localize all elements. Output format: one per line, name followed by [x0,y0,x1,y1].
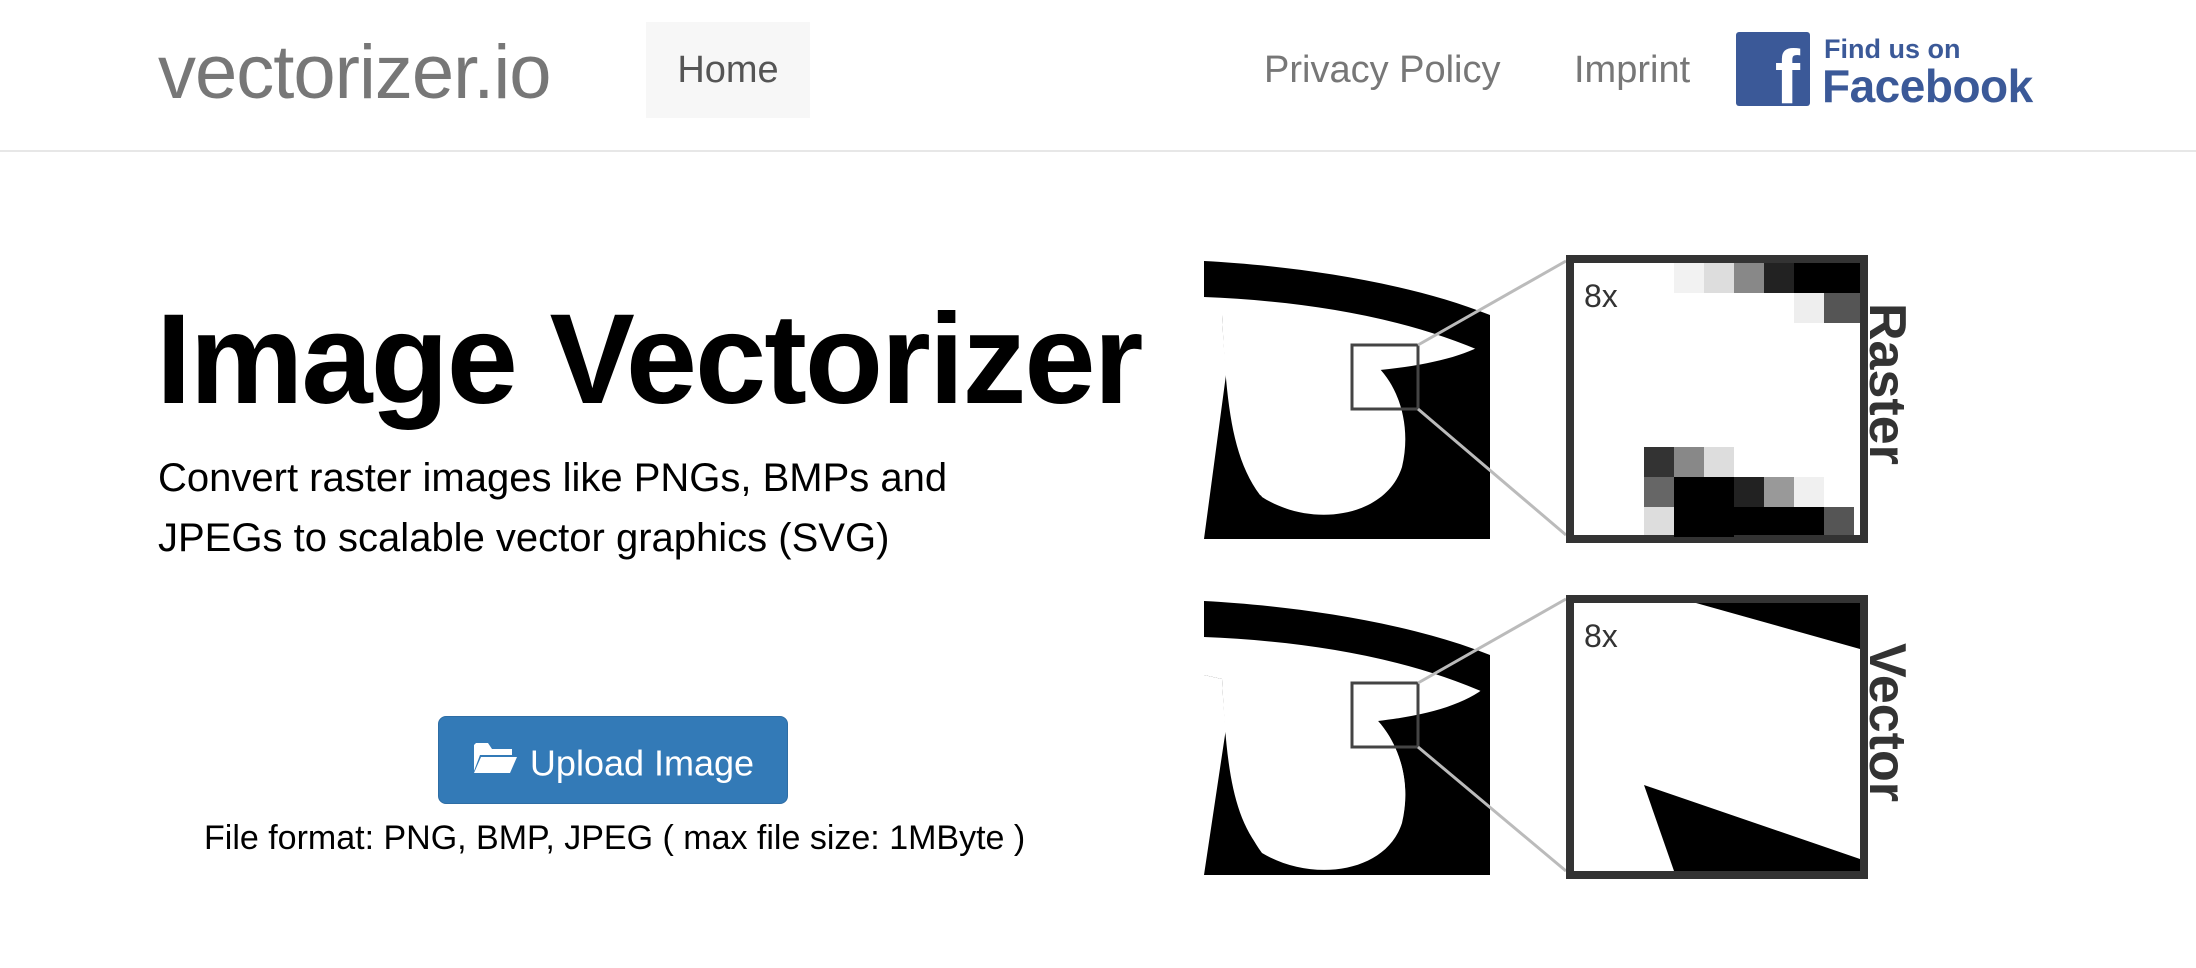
raster-vector-comparison: 8x Raster 8x Vector [1204,255,1916,879]
raster-sample [1204,259,1490,539]
nav-home[interactable]: Home [646,22,810,118]
navbar: vectorizer.io Home Privacy Policy Imprin… [0,0,2196,152]
page-subtitle: Convert raster images like PNGs, BMPs an… [158,456,948,560]
facebook-button[interactable]: f Find us on Facebook [1736,32,2033,120]
vector-sample [1204,599,1490,875]
facebook-icon: f [1736,32,1810,120]
brand-logo[interactable]: vectorizer.io [158,28,551,118]
raster-label: Raster [1858,303,1916,465]
upload-image-button[interactable]: Upload Image [438,716,788,804]
folder-open-icon [472,719,518,807]
raster-zoom: 8x [1566,255,1868,543]
nav-privacy-policy[interactable]: Privacy Policy [1264,22,1501,118]
raster-zoom-label: 8x [1584,278,1618,314]
page-title: Image Vectorizer [156,288,1143,431]
facebook-line2: Facebook [1822,60,2033,112]
vector-zoom: 8x [1566,595,1868,879]
upload-image-label: Upload Image [529,742,755,784]
vector-zoom-label: 8x [1584,618,1618,654]
file-format-note: File format: PNG, BMP, JPEG ( max file s… [204,819,1026,857]
nav-imprint[interactable]: Imprint [1574,22,1690,118]
vector-label: Vector [1858,643,1916,802]
